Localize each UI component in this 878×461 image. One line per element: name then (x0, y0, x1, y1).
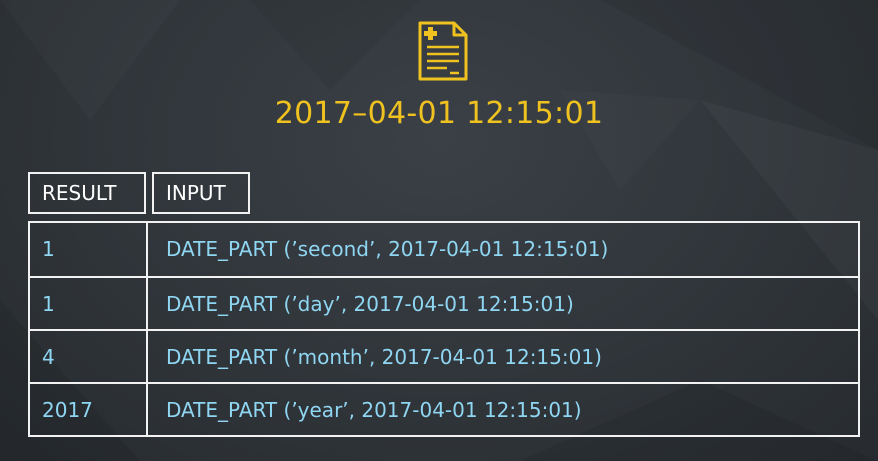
input-column-header: INPUT (152, 172, 250, 214)
result-cell: 2017 (42, 398, 93, 422)
table-row: 2017 DATE_PART (’year’, 2017-04-01 12:15… (30, 382, 858, 437)
input-cell: DATE_PART (’month’, 2017-04-01 12:15:01) (166, 345, 602, 369)
table-row: 1 DATE_PART (’day’, 2017-04-01 12:15:01) (30, 276, 858, 331)
result-cell: 1 (42, 292, 55, 316)
table-row: 1 DATE_PART (’second’, 2017-04-01 12:15:… (30, 223, 858, 276)
input-cell: DATE_PART (’day’, 2017-04-01 12:15:01) (166, 292, 574, 316)
table-row: 4 DATE_PART (’month’, 2017-04-01 12:15:0… (30, 329, 858, 384)
input-cell: DATE_PART (’second’, 2017-04-01 12:15:01… (166, 237, 609, 261)
timestamp-title: 2017–04-01 12:15:01 (274, 96, 604, 131)
result-column-header: RESULT (28, 172, 146, 214)
result-cell: 4 (42, 345, 55, 369)
input-cell: DATE_PART (’year’, 2017-04-01 12:15:01) (166, 398, 582, 422)
results-table: 1 DATE_PART (’second’, 2017-04-01 12:15:… (28, 221, 860, 437)
document-icon (418, 21, 468, 81)
result-cell: 1 (42, 237, 55, 261)
